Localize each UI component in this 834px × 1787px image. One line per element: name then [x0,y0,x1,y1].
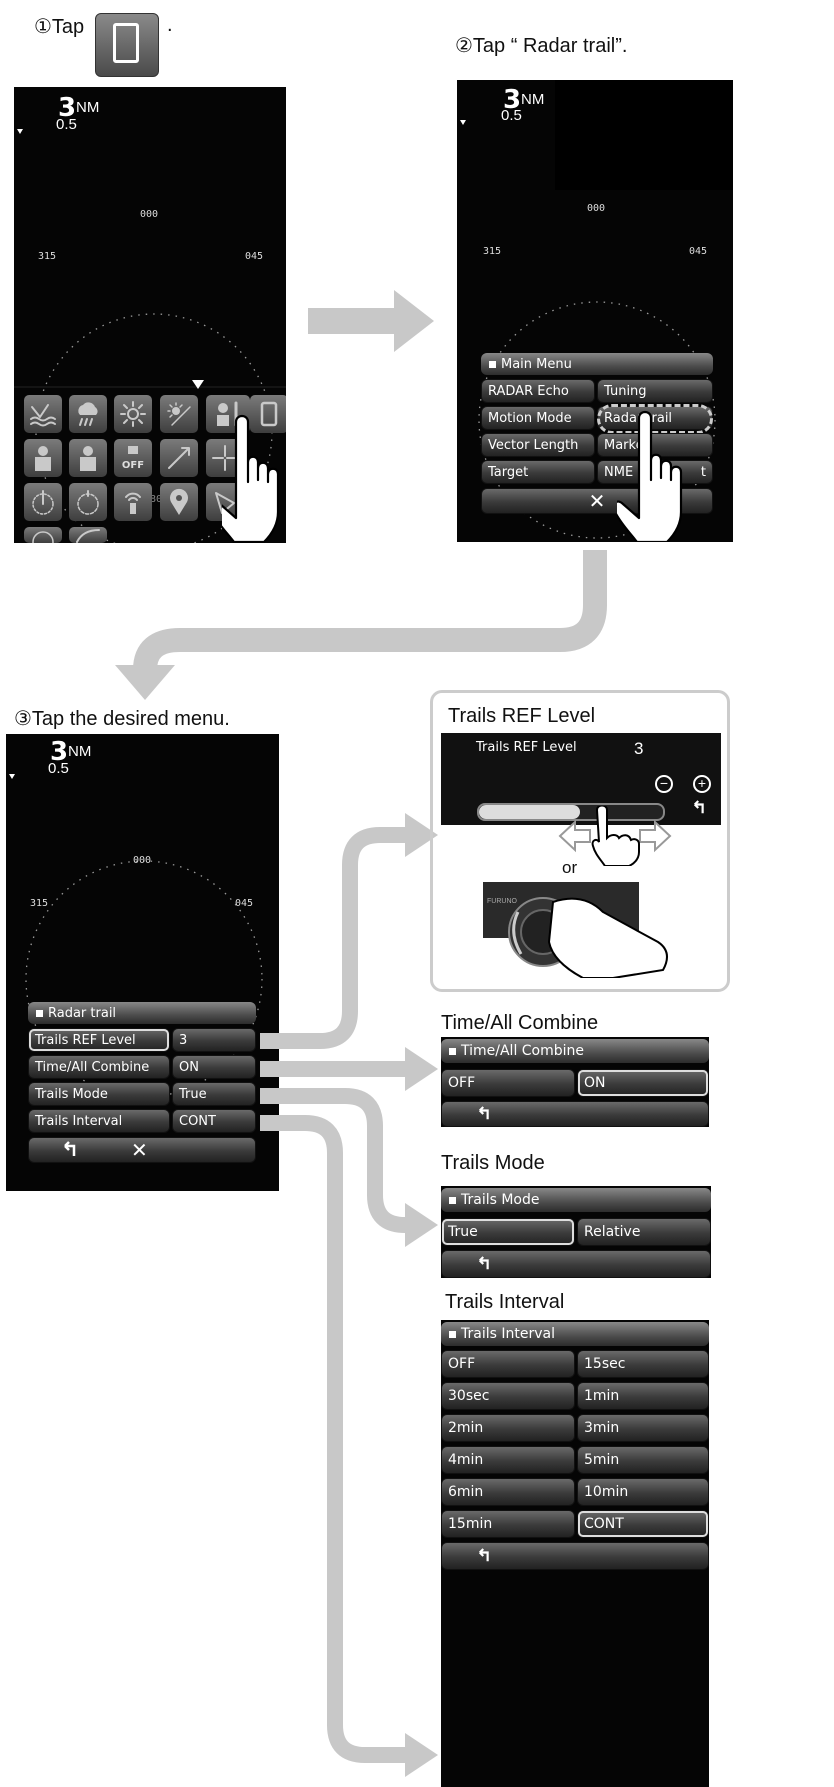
interval-footer [441,1542,709,1570]
bearing-315: 315 [483,246,502,257]
combine-caption: Time/All Combine [441,1012,599,1034]
trails-mode-caption: Trails Mode [441,1152,545,1174]
interval-option-3min[interactable]: 3min [577,1414,709,1442]
trails-ref-level-value[interactable]: 3 [172,1028,256,1052]
ref-level-caption: Trails REF Level [448,705,596,727]
combine-screen: Time/All Combine OFF ON [441,1037,709,1127]
menu-tuning[interactable]: Tuning [597,379,713,403]
bearing-000: 000 [587,203,606,214]
trail-icon[interactable] [69,527,107,543]
ref-level-value: 3 [634,739,644,758]
bearing-045: 045 [245,251,264,262]
ref-level-label: Trails REF Level [476,740,577,755]
menu-target[interactable]: Target [481,460,595,484]
tap-hand-icon [222,414,280,543]
close-icon[interactable]: ✕ [131,1138,148,1162]
ebl-icon[interactable] [160,439,198,477]
interval-option-4min[interactable]: 4min [441,1446,575,1474]
radar-screen-1: 3 NM 0.5 000 315 045 180 OFF [14,87,286,543]
interval-screen: Trails Interval OFF 15sec 30sec 1min 2min 3mi… [441,1320,709,1787]
back-icon[interactable] [693,799,707,817]
combine-footer [441,1101,709,1127]
off-icon[interactable]: OFF [114,439,152,477]
step2-instruction: ②Tap “ Radar trail”. [455,35,628,57]
interval-option-cont[interactable]: CONT [577,1510,709,1538]
range-rings-icon[interactable] [24,483,62,521]
bearing-045: 045 [689,246,708,257]
svg-text:OFF: OFF [122,460,144,471]
location-icon[interactable] [160,483,198,521]
interval-option-1min[interactable]: 1min [577,1382,709,1410]
knob-illustration: FURUNO [483,882,683,978]
back-icon[interactable] [63,1141,79,1159]
step1-suffix: . [167,14,173,36]
radar-screen-3: 3 NM 0.5 000 315 045 Radar trail Trails … [6,734,279,1191]
trails-interval-row[interactable]: Trails Interval [28,1109,170,1133]
trails-mode-row[interactable]: Trails Mode [28,1082,170,1106]
trail-menu-title: Radar trail [28,1002,256,1024]
ais-icon[interactable] [114,483,152,521]
interval-option-5min[interactable]: 5min [577,1446,709,1474]
interval-option-15sec[interactable]: 15sec [577,1350,709,1378]
menu-icon-callout [95,13,159,77]
bearing-315: 315 [38,251,57,262]
main-menu-title: Main Menu [481,353,713,375]
combine-title: Time/All Combine [441,1039,709,1063]
trails-mode-screen: Trails Mode True Relative [441,1186,711,1278]
back-icon[interactable] [478,1547,492,1565]
arrow-step2-to-step3 [115,550,607,700]
trails-interval-value[interactable]: CONT [172,1109,256,1133]
trail-menu-footer: ✕ [28,1137,256,1163]
minus-button[interactable]: − [655,775,673,793]
menu-vector-length[interactable]: Vector Length [481,433,595,457]
trails-mode-relative-button[interactable]: Relative [577,1218,711,1246]
trails-mode-true-button[interactable]: True [441,1218,575,1246]
step3-instruction: ③Tap the desired menu. [14,708,230,730]
trails-ref-level-row[interactable]: Trails REF Level [28,1028,170,1052]
step1-prefix: ①Tap [34,16,85,38]
combine-off-button[interactable]: OFF [441,1069,575,1097]
bearing-045: 045 [235,898,254,909]
bearing-000: 000 [133,855,152,866]
bearing-000: 000 [140,209,159,220]
interval-option-10min[interactable]: 10min [577,1478,709,1506]
heading-marker [192,380,204,389]
interval-option-15min[interactable]: 15min [441,1510,575,1538]
menu-radar-echo[interactable]: RADAR Echo [481,379,595,403]
vrm-icon[interactable] [69,483,107,521]
back-icon[interactable] [478,1105,492,1123]
trails-mode-value[interactable]: True [172,1082,256,1106]
interval-caption: Trails Interval [445,1291,565,1313]
interval-option-30sec[interactable]: 30sec [441,1382,575,1410]
brilliance-icon[interactable] [114,395,152,433]
trails-mode-footer [441,1250,711,1278]
step1-instruction: ①Tap [34,14,84,39]
arrow-step1-to-step2 [308,290,434,352]
radar-screen-2: 3 NM 0.5 000 315 045 Main Menu RADAR Ech… [457,80,733,542]
interval-title: Trails Interval [441,1322,709,1346]
tap-hand-icon [617,410,683,542]
time-all-combine-row[interactable]: Time/All Combine [28,1055,170,1079]
trails-mode-title: Trails Mode [441,1188,711,1212]
connector-arrows [260,813,438,1777]
user1-icon[interactable] [24,439,62,477]
interval-option-2min[interactable]: 2min [441,1414,575,1442]
or-label: or [562,858,578,877]
bearing-315: 315 [30,898,49,909]
close-icon: ✕ [588,489,606,513]
interval-option-6min[interactable]: 6min [441,1478,575,1506]
rain-clutter-icon[interactable] [69,395,107,433]
combine-on-button[interactable]: ON [577,1069,709,1097]
interval-option-off[interactable]: OFF [441,1350,575,1378]
plus-button[interactable]: + [693,775,711,793]
day-night-icon[interactable] [160,395,198,433]
radar-icon[interactable] [24,527,62,543]
sea-clutter-icon[interactable] [24,395,62,433]
back-icon[interactable] [478,1255,492,1273]
time-all-combine-value[interactable]: ON [172,1055,256,1079]
menu-motion-mode[interactable]: Motion Mode [481,406,595,430]
swipe-hand-icon [558,806,672,866]
user2-icon[interactable] [69,439,107,477]
